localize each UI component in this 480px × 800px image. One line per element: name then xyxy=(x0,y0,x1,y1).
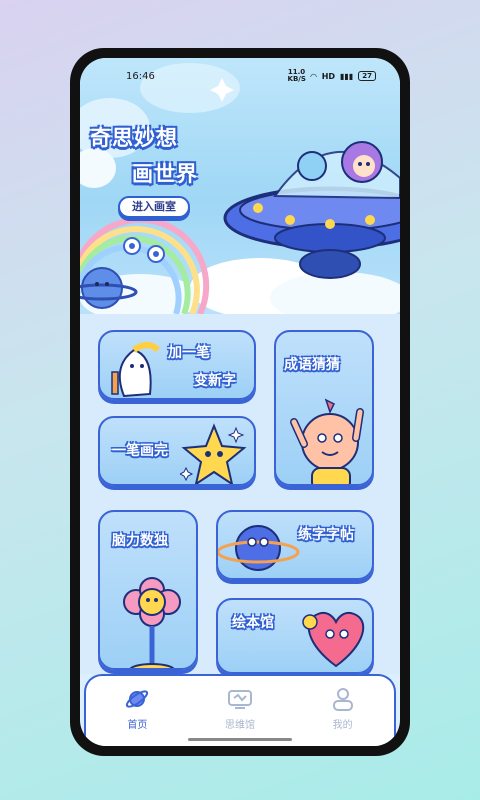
user-icon xyxy=(332,688,353,711)
planet-icon xyxy=(126,690,149,708)
card-add-stroke-line2: 变新字 xyxy=(194,373,236,389)
hd-icon: HD xyxy=(321,71,336,81)
enter-studio-button[interactable]: 进入画室 xyxy=(118,196,190,218)
card-sudoku-title: 脑力数独 xyxy=(112,533,168,549)
nav-thinking-hall[interactable]: 思维馆 xyxy=(200,686,280,746)
card-add-stroke-line1: 加一笔 xyxy=(168,345,210,361)
hero-illustration xyxy=(80,63,400,314)
status-icons: 11.0 KB/S ◠ HD ▮▮▮ 27 xyxy=(288,69,376,83)
wifi-icon: ◠ xyxy=(310,71,317,81)
nav-home-label: 首页 xyxy=(127,720,148,731)
battery-icon: 27 xyxy=(358,71,376,81)
card-picture-book-title: 绘本馆 xyxy=(232,615,274,631)
card-picture-book[interactable]: 绘本馆 xyxy=(216,598,374,674)
hero-title-line1: 奇思妙想 xyxy=(90,126,178,150)
card-idiom-guess[interactable]: 成语猜猜 xyxy=(274,330,374,486)
planet-character-icon xyxy=(218,525,300,571)
speed-indicator: 11.0 KB/S xyxy=(287,68,306,83)
home-indicator[interactable] xyxy=(188,738,292,741)
nav-thinking-hall-label: 思维馆 xyxy=(224,720,255,731)
card-sudoku[interactable]: 脑力数独 xyxy=(98,510,198,670)
nav-profile[interactable]: 我的 xyxy=(303,686,383,746)
star-character-icon xyxy=(180,423,247,484)
hero-banner[interactable]: 奇思妙想 画世界 进入画室 xyxy=(80,58,400,314)
hero-title-line2: 画世界 xyxy=(132,162,198,186)
card-one-stroke[interactable]: 一笔画完 xyxy=(98,416,256,486)
flower-character-icon xyxy=(123,577,181,668)
card-copybook[interactable]: 练字字帖 xyxy=(216,510,374,580)
ghost-pencil-icon xyxy=(111,342,161,398)
card-add-stroke[interactable]: 加一笔 变新字 xyxy=(98,330,256,400)
app-screen: 奇思妙想 画世界 进入画室 16:46 11.0 KB/S ◠ HD ▮▮▮ 2… xyxy=(80,58,400,746)
card-copybook-title: 练字字帖 xyxy=(298,527,354,543)
bottom-navigation: 首页 思维馆 我的 xyxy=(84,674,396,746)
signal-icon: ▮▮▮ xyxy=(340,71,354,81)
status-time: 16:46 xyxy=(126,70,155,82)
heart-character-icon xyxy=(302,612,365,668)
baby-character-icon xyxy=(290,398,364,484)
nav-home[interactable]: 首页 xyxy=(97,686,177,746)
card-one-stroke-title: 一笔画完 xyxy=(112,443,168,459)
brain-board-icon xyxy=(227,690,252,709)
nav-profile-label: 我的 xyxy=(332,720,353,731)
status-bar: 16:46 11.0 KB/S ◠ HD ▮▮▮ 27 xyxy=(80,58,400,94)
card-idiom-title: 成语猜猜 xyxy=(284,357,340,373)
game-grid: 加一笔 变新字 成语猜猜 一笔画完 脑力数独 练字字帖 绘本馆 xyxy=(80,314,400,674)
phone-frame: 奇思妙想 画世界 进入画室 16:46 11.0 KB/S ◠ HD ▮▮▮ 2… xyxy=(70,48,410,756)
